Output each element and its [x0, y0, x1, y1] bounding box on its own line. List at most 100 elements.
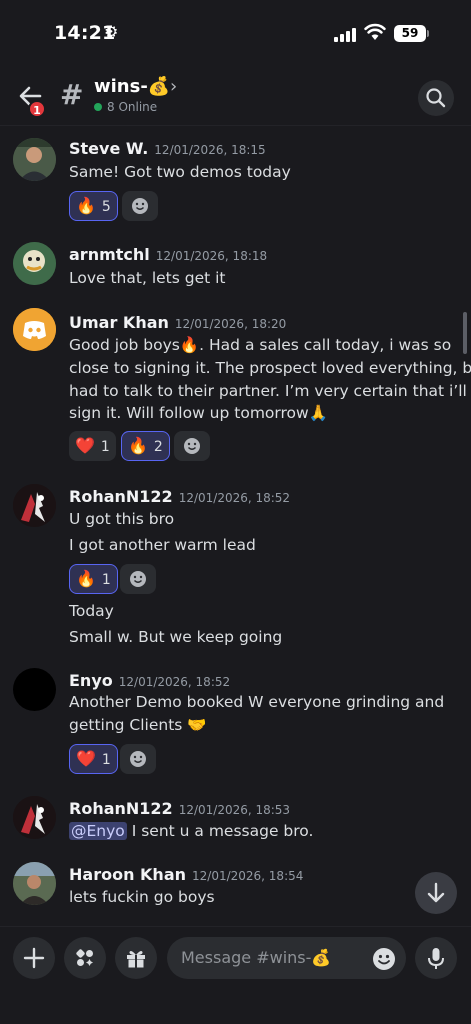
- message-text: lets fuckin go boys: [69, 888, 215, 906]
- avatar[interactable]: [13, 862, 56, 905]
- avatar[interactable]: [13, 138, 56, 181]
- unread-badge: 1: [28, 100, 46, 118]
- message-text: I got another warm lead: [69, 536, 256, 554]
- channel-hash-icon: #: [60, 78, 84, 111]
- microphone-icon: [428, 948, 444, 969]
- reaction-emoji: ❤️: [75, 436, 95, 455]
- avatar[interactable]: [13, 484, 56, 527]
- message-text: sign it. Will follow up tomorrow🙏: [69, 404, 329, 422]
- message-item[interactable]: RohanN122 12/01/2026, 18:52 U got this br…: [0, 478, 471, 654]
- timestamp: 12/01/2026, 18:52: [178, 491, 291, 505]
- message-text: Love that, lets get it: [69, 269, 226, 287]
- reaction-count: 2: [153, 439, 163, 455]
- username[interactable]: Umar Khan: [69, 313, 169, 332]
- reaction-emoji: 🔥: [128, 436, 148, 455]
- message-item[interactable]: Steve W. 12/01/2026, 18:15 Same! Got two …: [0, 134, 471, 230]
- message-text: Today: [69, 602, 114, 620]
- user-mention[interactable]: @Enyo: [69, 822, 127, 840]
- online-count: 8 Online: [94, 100, 157, 114]
- reaction-count: 1: [101, 572, 111, 588]
- reaction-emoji: 🔥: [76, 196, 96, 215]
- timestamp: 12/01/2026, 18:15: [154, 143, 266, 157]
- username[interactable]: RohanN122: [69, 799, 173, 818]
- avatar[interactable]: [13, 308, 56, 351]
- message-item[interactable]: Enyo 12/01/2026, 18:52 Another Demo booke…: [0, 664, 471, 780]
- reaction-count: 1: [100, 439, 110, 455]
- cellular-signal-icon: [334, 28, 358, 42]
- message-item[interactable]: RohanN122 12/01/2026, 18:53 @Enyo I sent …: [0, 792, 471, 848]
- message-text: had to talk to their partner. I’m very c…: [69, 382, 467, 400]
- gift-icon: [127, 951, 145, 968]
- message-text: U got this bro: [69, 510, 175, 528]
- username[interactable]: RohanN122: [69, 487, 173, 506]
- reaction-count: 5: [101, 199, 111, 215]
- smiley-add-icon: [130, 751, 146, 767]
- voice-message-button[interactable]: [415, 937, 457, 979]
- add-reaction-button[interactable]: [120, 744, 156, 774]
- message-item[interactable]: Haroon Khan 12/01/2026, 18:54 lets fuckin…: [0, 858, 471, 914]
- channel-name[interactable]: wins-💰: [94, 76, 170, 97]
- username[interactable]: arnmtchl: [69, 245, 150, 264]
- message-text: Another Demo booked W everyone grinding …: [69, 693, 445, 711]
- message-text: @Enyo I sent u a message bro.: [69, 820, 313, 842]
- discord-logo-icon: [13, 308, 56, 351]
- apps-button[interactable]: [64, 937, 106, 979]
- reaction-count: 1: [101, 752, 111, 768]
- message-header: Enyo 12/01/2026, 18:52: [69, 671, 230, 690]
- reaction-heart[interactable]: ❤️ 1: [69, 744, 118, 774]
- username[interactable]: Haroon Khan: [69, 865, 186, 884]
- message-text: close to signing it. The prospect loved …: [69, 359, 471, 377]
- reaction-emoji: 🔥: [76, 569, 96, 588]
- message-header: Steve W. 12/01/2026, 18:15: [69, 139, 266, 158]
- message-item[interactable]: arnmtchl 12/01/2026, 18:18 Love that, let…: [0, 240, 471, 298]
- message-text: Good job boys🔥. Had a sales call today, …: [69, 336, 452, 354]
- wifi-icon: [364, 23, 386, 41]
- reaction-fire[interactable]: 🔥 5: [69, 191, 118, 221]
- gift-button[interactable]: [115, 937, 157, 979]
- apps-icon: [76, 949, 93, 966]
- avatar[interactable]: [13, 668, 56, 711]
- message-text: Small w. But we keep going: [69, 628, 283, 646]
- add-reaction-button[interactable]: [174, 431, 210, 461]
- status-bar: 14:21 ⚙ 59: [0, 0, 471, 64]
- smiley-add-icon: [132, 198, 148, 214]
- battery-tip: [427, 30, 429, 37]
- timestamp: 12/01/2026, 18:18: [155, 249, 268, 263]
- message-header: RohanN122 12/01/2026, 18:53: [69, 799, 290, 818]
- message-text-rest: I sent u a message bro.: [126, 822, 314, 840]
- avatar[interactable]: [13, 796, 56, 839]
- timestamp: 12/01/2026, 18:54: [192, 869, 304, 883]
- message-header: RohanN122 12/01/2026, 18:52: [69, 487, 290, 506]
- add-reaction-button[interactable]: [122, 191, 158, 221]
- message-header: arnmtchl 12/01/2026, 18:18: [69, 245, 267, 264]
- message-composer: Message #wins-💰: [0, 926, 471, 1024]
- avatar[interactable]: [13, 242, 56, 285]
- timestamp: 12/01/2026, 18:20: [174, 317, 287, 331]
- battery-indicator: 59: [394, 25, 426, 42]
- timestamp: 12/01/2026, 18:53: [178, 803, 291, 817]
- jump-to-present-button[interactable]: [415, 872, 457, 914]
- reaction-fire[interactable]: 🔥 2: [121, 431, 170, 461]
- message-item[interactable]: Umar Khan 12/01/2026, 18:20 Good job boys…: [0, 306, 471, 466]
- username[interactable]: Steve W.: [69, 139, 148, 158]
- timestamp: 12/01/2026, 18:52: [118, 675, 231, 689]
- chevron-right-icon[interactable]: ›: [170, 76, 177, 97]
- message-text: getting Clients 🤝: [69, 716, 207, 734]
- smiley-add-icon: [184, 438, 200, 454]
- reaction-fire[interactable]: 🔥 1: [69, 564, 118, 594]
- arrow-down-icon: [427, 882, 445, 903]
- online-count-label: 8 Online: [107, 100, 158, 114]
- emoji-picker-icon[interactable]: [371, 946, 397, 972]
- add-reaction-button[interactable]: [120, 564, 156, 594]
- reaction-emoji: ❤️: [76, 749, 96, 768]
- settings-gear-icon: ⚙: [104, 22, 119, 41]
- scrollbar-thumb[interactable]: [463, 312, 467, 354]
- message-header: Haroon Khan 12/01/2026, 18:54: [69, 865, 303, 884]
- message-text: Same! Got two demos today: [69, 163, 291, 181]
- search-button[interactable]: [418, 80, 454, 116]
- reaction-heart[interactable]: ❤️ 1: [69, 431, 116, 461]
- attach-button[interactable]: [13, 937, 55, 979]
- username[interactable]: Enyo: [69, 671, 113, 690]
- plus-icon: [23, 947, 45, 969]
- channel-header: 1 # wins-💰 › 8 Online: [0, 64, 471, 126]
